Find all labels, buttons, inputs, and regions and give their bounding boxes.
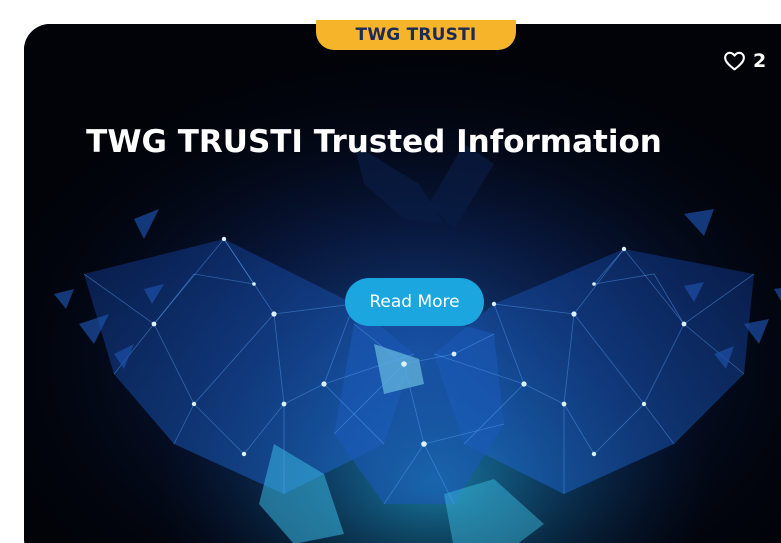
like-count: 2 (753, 49, 767, 72)
card-title: TWG TRUSTI Trusted Information (86, 124, 662, 160)
like-button[interactable]: 2 (722, 48, 766, 73)
read-more-button[interactable]: Read More (345, 278, 484, 326)
page-canvas: TWG TRUSTI 2 TWG TRUSTI Trusted Informat… (0, 0, 781, 543)
category-badge: TWG TRUSTI (316, 20, 516, 50)
heart-outline-icon (722, 48, 747, 73)
